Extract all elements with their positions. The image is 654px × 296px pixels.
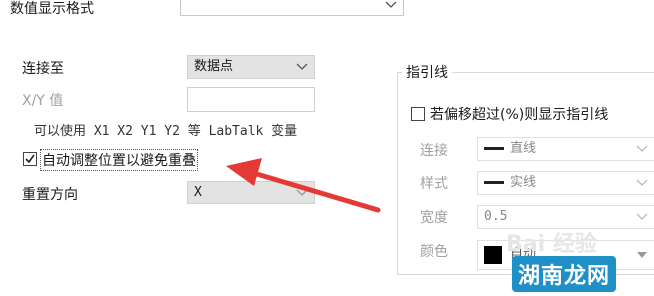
offset-leader-label[interactable]: 若偏移超过(%)则显示指引线 (430, 104, 608, 124)
leader-width-value: 0.5 (484, 209, 508, 224)
auto-adjust-label[interactable]: 自动调整位置以避免重叠 (40, 149, 198, 171)
baidu-watermark: Bai 经验 (506, 232, 597, 257)
caret-down-icon (636, 241, 648, 269)
checkmark-icon (25, 154, 35, 164)
leader-connect-label: 连接 (420, 143, 448, 159)
leader-connect-value: 直线 (510, 141, 537, 156)
solid-line-icon (484, 181, 504, 184)
display-format-label: 数值显示格式 (10, 1, 94, 17)
xy-value-input[interactable] (187, 87, 315, 112)
chevron-down-icon (296, 56, 308, 78)
solid-line-icon (484, 147, 504, 150)
color-swatch-icon (484, 245, 502, 264)
chevron-down-icon (385, 0, 397, 15)
offset-leader-checkbox[interactable] (411, 107, 425, 121)
xy-value-label: X/Y 值 (22, 93, 64, 109)
leader-line-title: 指引线 (402, 62, 452, 82)
display-format-select[interactable] (180, 0, 404, 16)
auto-adjust-checkbox[interactable] (23, 152, 37, 166)
leader-style-label: 样式 (420, 176, 448, 192)
leader-width-label: 宽度 (420, 210, 448, 226)
leader-connect-select[interactable]: 直线 (477, 137, 654, 161)
site-watermark: 湖南龙网 (512, 256, 617, 292)
connect-to-select[interactable]: 数据点 (187, 55, 315, 79)
leader-style-value: 实线 (510, 175, 537, 190)
connect-to-label: 连接至 (22, 61, 64, 77)
chevron-down-icon (296, 182, 308, 203)
chevron-down-icon (636, 172, 648, 194)
reset-direction-label: 重置方向 (22, 187, 78, 203)
reset-direction-select[interactable]: X (187, 181, 315, 204)
leader-style-select[interactable]: 实线 (477, 171, 654, 195)
connect-to-value: 数据点 (194, 59, 234, 74)
labtalk-hint: 可以使用 X1 X2 Y1 Y2 等 LabTalk 变量 (34, 124, 298, 139)
chevron-down-icon (636, 138, 648, 160)
chevron-down-icon (636, 206, 648, 228)
leader-color-label: 颜色 (420, 244, 448, 260)
reset-direction-value: X (194, 185, 202, 200)
